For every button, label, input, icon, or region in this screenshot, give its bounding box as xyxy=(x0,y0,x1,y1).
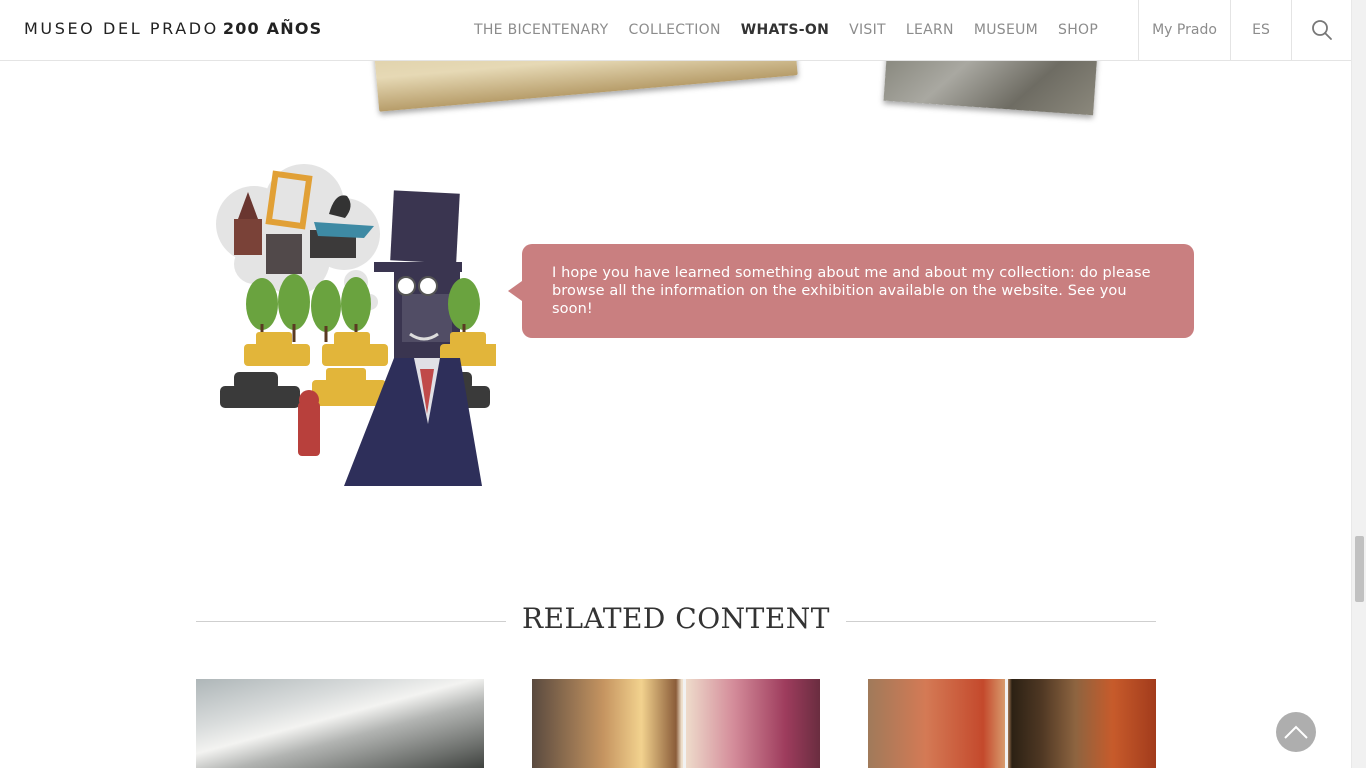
nav-item-whats-on[interactable]: WHATS-ON xyxy=(731,22,839,38)
search-button[interactable] xyxy=(1291,0,1351,60)
related-card-2[interactable] xyxy=(532,679,820,768)
collector-illustration xyxy=(216,164,496,486)
card-image-divider xyxy=(683,679,686,768)
site-header: MUSEO DEL PRADO 200 AÑOS THE BICENTENARY … xyxy=(0,0,1351,61)
related-card-3[interactable] xyxy=(868,679,1156,768)
logo-text: MUSEO DEL PRADO xyxy=(24,19,219,38)
nav-item-shop[interactable]: SHOP xyxy=(1048,22,1108,38)
nav-item-bicentenary[interactable]: THE BICENTENARY xyxy=(464,22,619,38)
logo-anniversary: 200 AÑOS xyxy=(222,19,323,38)
card-image-divider xyxy=(1005,679,1008,768)
language-switch[interactable]: ES xyxy=(1230,0,1291,60)
site-logo[interactable]: MUSEO DEL PRADO 200 AÑOS xyxy=(24,19,322,38)
nav-item-visit[interactable]: VISIT xyxy=(839,22,896,38)
nav-item-museum[interactable]: MUSEUM xyxy=(964,22,1048,38)
related-content-heading: RELATED CONTENT xyxy=(196,600,1156,640)
divider-right xyxy=(846,621,1156,622)
my-prado-link[interactable]: My Prado xyxy=(1138,0,1230,60)
main-nav: THE BICENTENARY COLLECTION WHATS-ON VISI… xyxy=(464,0,1108,60)
chevron-up-icon xyxy=(1284,725,1308,739)
search-icon xyxy=(1311,20,1332,40)
nav-item-learn[interactable]: LEARN xyxy=(896,22,964,38)
speech-bubble-text: I hope you have learned something about … xyxy=(552,265,1151,317)
page-scrollbar[interactable] xyxy=(1351,0,1366,768)
related-card-1[interactable] xyxy=(196,679,484,768)
back-to-top-button[interactable] xyxy=(1276,712,1316,752)
scrollbar-thumb[interactable] xyxy=(1355,536,1364,602)
speech-bubble: I hope you have learned something about … xyxy=(508,244,1194,338)
related-content-title: RELATED CONTENT xyxy=(522,602,830,635)
nav-item-collection[interactable]: COLLECTION xyxy=(619,22,731,38)
